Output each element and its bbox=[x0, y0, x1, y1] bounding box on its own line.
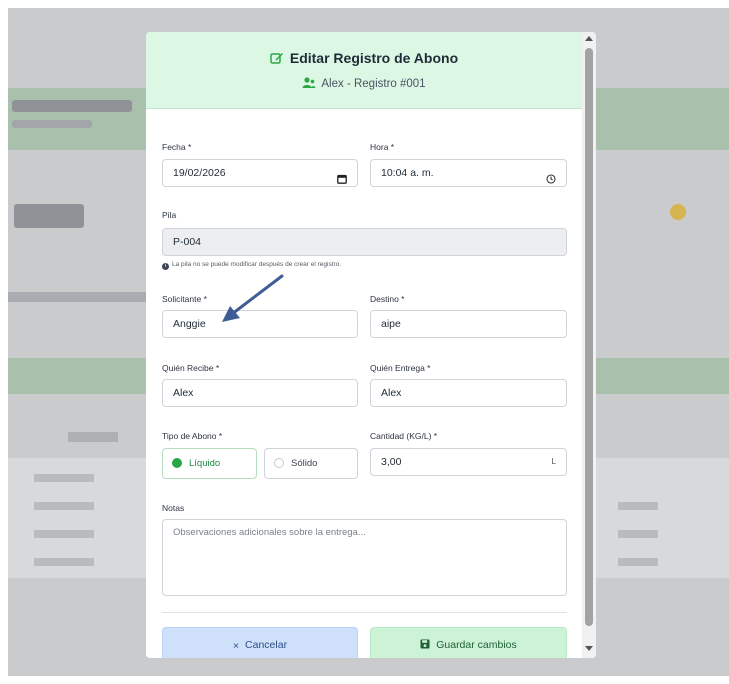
scroll-down-arrow-icon[interactable] bbox=[585, 646, 593, 651]
save-button[interactable]: Guardar cambios bbox=[370, 627, 567, 658]
radio-selected-dot bbox=[172, 458, 182, 468]
radio-empty-dot bbox=[274, 458, 284, 468]
solicitante-label: Solicitante * bbox=[162, 294, 207, 304]
modal-subtitle-row: Alex - Registro #001 bbox=[146, 77, 582, 90]
cantidad-label: Cantidad (KG/L) * bbox=[370, 431, 438, 441]
save-button-label: Guardar cambios bbox=[436, 639, 517, 651]
edit-record-modal: Editar Registro de Abono Alex - Registro… bbox=[146, 32, 596, 658]
info-icon: i bbox=[162, 263, 169, 270]
fecha-label: Fecha * bbox=[162, 142, 192, 152]
pila-hint: i La pila no se puede modificar después d… bbox=[162, 261, 341, 270]
modal-header: Editar Registro de Abono Alex - Registro… bbox=[146, 32, 582, 109]
tipo-liquido-option[interactable]: Líquido bbox=[162, 448, 257, 479]
tipo-abono-label: Tipo de Abono * bbox=[162, 431, 223, 441]
cantidad-value: 3,00 bbox=[381, 456, 402, 468]
quien-entrega-input[interactable]: Alex bbox=[370, 379, 567, 407]
clock-icon[interactable] bbox=[546, 168, 556, 194]
quien-recibe-label: Quién Recibe * bbox=[162, 363, 220, 373]
hora-value: 10:04 a. m. bbox=[381, 167, 434, 179]
solicitante-value: Anggie bbox=[173, 318, 206, 330]
modal-subtitle: Alex - Registro #001 bbox=[321, 78, 426, 90]
scroll-thumb[interactable] bbox=[585, 48, 593, 626]
pila-input: P-004 bbox=[162, 228, 567, 256]
users-icon bbox=[302, 77, 316, 89]
pila-hint-text: La pila no se puede modificar después de… bbox=[172, 261, 342, 268]
close-icon: × bbox=[232, 640, 240, 652]
cancel-button[interactable]: × Cancelar bbox=[162, 627, 358, 658]
notas-label: Notas bbox=[162, 503, 185, 513]
fecha-input[interactable]: 19/02/2026 bbox=[162, 159, 358, 187]
cantidad-input[interactable]: 3,00 L bbox=[370, 448, 567, 476]
notas-textarea[interactable]: Observaciones adicionales sobre la entre… bbox=[162, 519, 567, 596]
destino-input[interactable]: aipe bbox=[370, 310, 567, 338]
floppy-disk-icon bbox=[420, 629, 430, 658]
quien-entrega-label: Quién Entrega * bbox=[370, 363, 431, 373]
cancel-button-label: Cancelar bbox=[245, 639, 288, 651]
modal-scrollbar[interactable] bbox=[582, 32, 596, 658]
destino-label: Destino * bbox=[370, 294, 405, 304]
destino-value: aipe bbox=[381, 318, 401, 330]
modal-title-row: Editar Registro de Abono bbox=[146, 50, 582, 66]
quien-recibe-input[interactable]: Alex bbox=[162, 379, 358, 407]
modal-title: Editar Registro de Abono bbox=[289, 50, 459, 66]
cantidad-unit: L bbox=[551, 457, 556, 466]
tipo-solido-label: Sólido bbox=[291, 458, 318, 469]
footer-divider bbox=[162, 612, 567, 613]
edit-icon bbox=[270, 51, 284, 65]
hora-input[interactable]: 10:04 a. m. bbox=[370, 159, 567, 187]
scroll-up-arrow-icon[interactable] bbox=[585, 36, 593, 41]
quien-entrega-value: Alex bbox=[381, 387, 402, 399]
tipo-solido-option[interactable]: Sólido bbox=[264, 448, 358, 479]
calendar-icon[interactable] bbox=[337, 168, 347, 194]
fecha-value: 19/02/2026 bbox=[173, 167, 226, 179]
pila-label: Pila bbox=[162, 210, 177, 220]
hora-label: Hora * bbox=[370, 142, 395, 152]
notas-placeholder: Observaciones adicionales sobre la entre… bbox=[173, 527, 366, 538]
pila-value: P-004 bbox=[173, 236, 202, 248]
annotation-arrow-icon bbox=[222, 274, 284, 322]
tipo-liquido-label: Líquido bbox=[189, 458, 221, 469]
quien-recibe-value: Alex bbox=[173, 387, 194, 399]
